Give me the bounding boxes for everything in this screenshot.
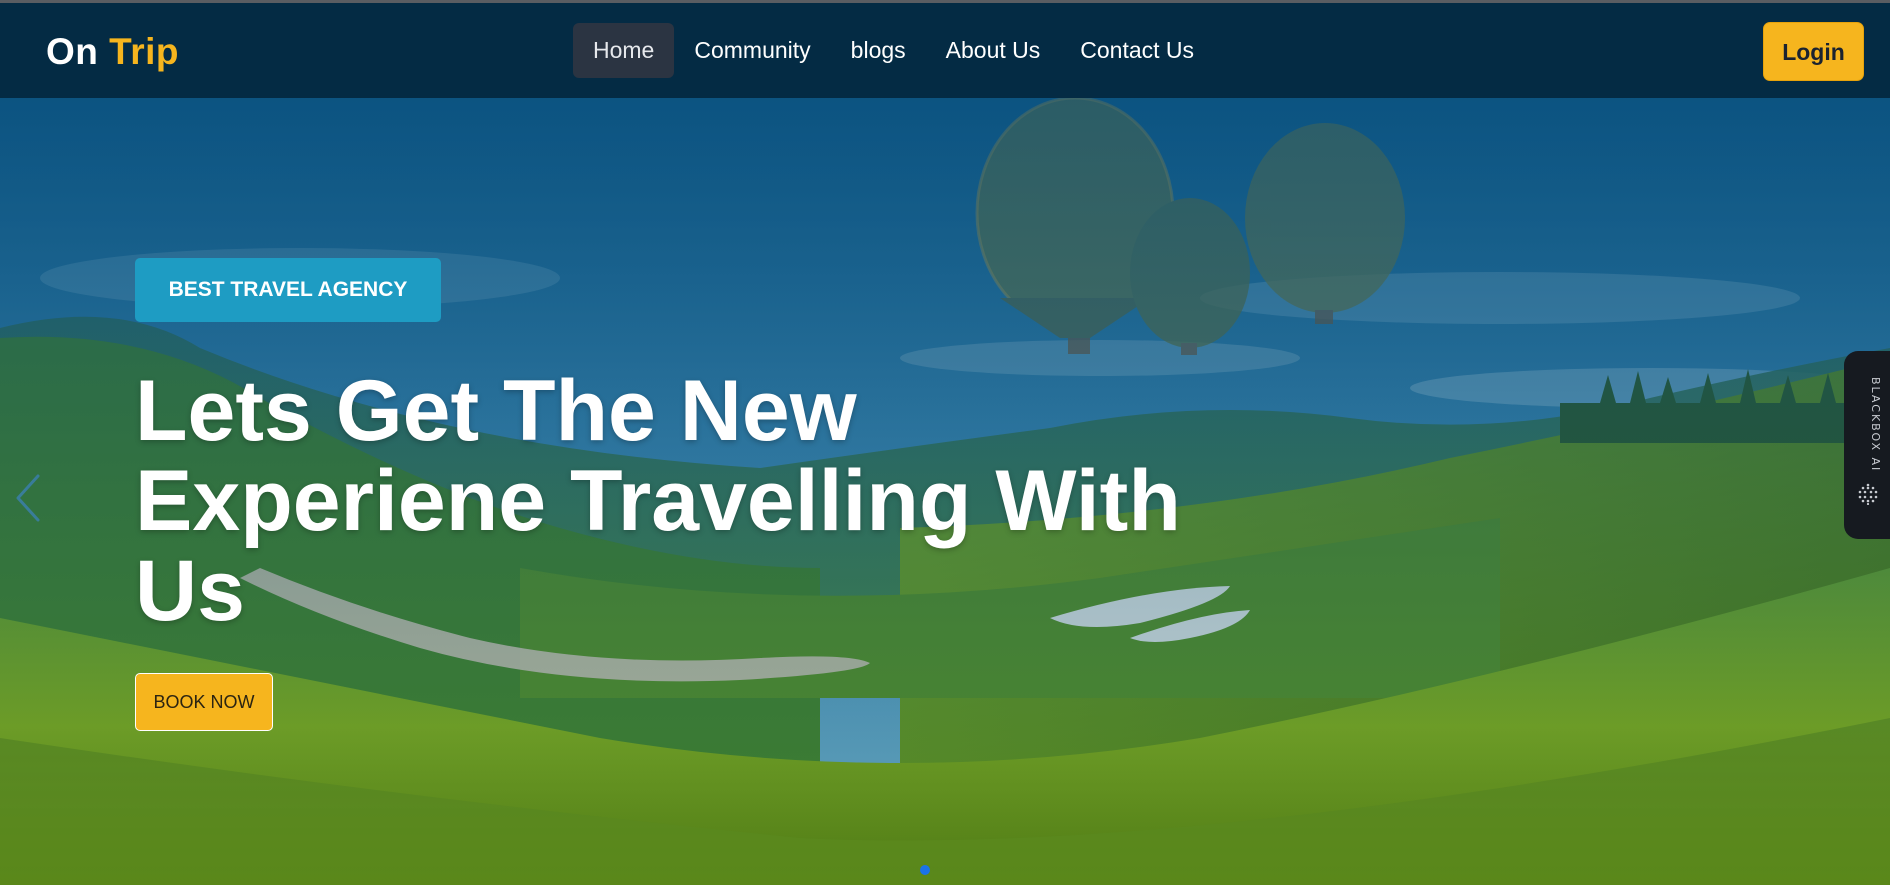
nav-item-blogs[interactable]: blogs [831,23,926,78]
book-now-button[interactable]: BOOK NOW [135,673,273,731]
blackbox-ai-label: BLACKBOX AI [1869,377,1882,473]
headline-line-2: Experiene Travelling With [135,453,1181,549]
nav-item-home[interactable]: Home [573,23,675,78]
brand-name-second: Trip [109,31,180,72]
chevron-left-icon [16,474,40,522]
nav-item-community[interactable]: Community [674,23,830,78]
headline-line-1: Lets Get The New [135,363,857,459]
brand-name-first: On [46,31,99,72]
nav-item-about-us[interactable]: About Us [926,23,1061,78]
brand-logo[interactable]: On Trip [46,31,179,73]
blackbox-logo-icon [1858,483,1878,505]
login-button[interactable]: Login [1763,22,1864,81]
hero-headline: Lets Get The New Experiene Travelling Wi… [135,366,1275,636]
headline-line-3: Us [135,543,245,639]
hero-badge: BEST TRAVEL AGENCY [135,258,441,322]
carousel-dot-active[interactable] [920,865,930,875]
navbar: On Trip Home Community blogs About Us Co… [0,3,1890,98]
carousel-indicators [920,865,930,875]
hero-carousel: BEST TRAVEL AGENCY Lets Get The New Expe… [0,98,1890,885]
main-nav: Home Community blogs About Us Contact Us [573,23,1214,78]
carousel-prev-button[interactable] [8,468,48,528]
nav-item-contact-us[interactable]: Contact Us [1060,23,1214,78]
blackbox-ai-widget[interactable]: BLACKBOX AI [1844,351,1890,539]
